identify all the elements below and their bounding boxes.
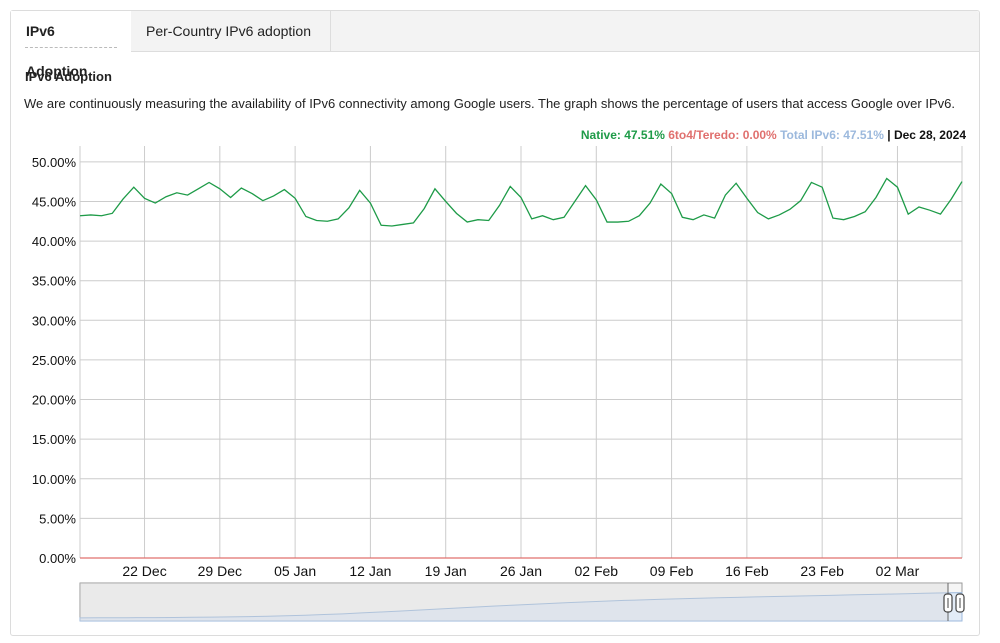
x-tick-label: 22 Dec: [122, 563, 166, 579]
x-tick-label: 19 Jan: [425, 563, 467, 579]
x-tick-label: 23 Feb: [800, 563, 844, 579]
y-tick-label: 25.00%: [32, 353, 77, 368]
y-tick-label: 40.00%: [32, 234, 77, 249]
y-tick-label: 15.00%: [32, 432, 77, 447]
x-tick-label: 05 Jan: [274, 563, 316, 579]
y-axis-labels: 0.00% 5.00% 10.00% 15.00% 20.00% 25.00% 30.00%…: [32, 155, 77, 566]
x-axis-labels: 22 Dec 29 Dec 05 Jan 12 Jan 19 Jan 26 Jan 02 F…: [122, 563, 919, 579]
range-navigator: [79, 582, 965, 622]
x-tick-label: 02 Mar: [876, 563, 920, 579]
x-tick-label: 12 Jan: [349, 563, 391, 579]
y-tick-label: 0.00%: [39, 551, 76, 566]
x-tick-label: 29 Dec: [198, 563, 242, 579]
ipv6-adoption-chart[interactable]: 0.00% 5.00% 10.00% 15.00% 20.00% 25.00% 30.00%…: [0, 0, 1000, 643]
x-tick-label: 16 Feb: [725, 563, 769, 579]
y-tick-label: 35.00%: [32, 274, 77, 289]
navigator-shade: [80, 583, 948, 621]
x-tick-label: 09 Feb: [650, 563, 694, 579]
y-tick-label: 45.00%: [32, 194, 77, 209]
y-tick-label: 30.00%: [32, 313, 77, 328]
y-tick-label: 50.00%: [32, 155, 77, 170]
y-tick-label: 20.00%: [32, 393, 77, 408]
y-tick-label: 10.00%: [32, 472, 77, 487]
y-tick-label: 5.00%: [39, 511, 76, 526]
x-tick-label: 26 Jan: [500, 563, 542, 579]
x-tick-label: 02 Feb: [574, 563, 618, 579]
